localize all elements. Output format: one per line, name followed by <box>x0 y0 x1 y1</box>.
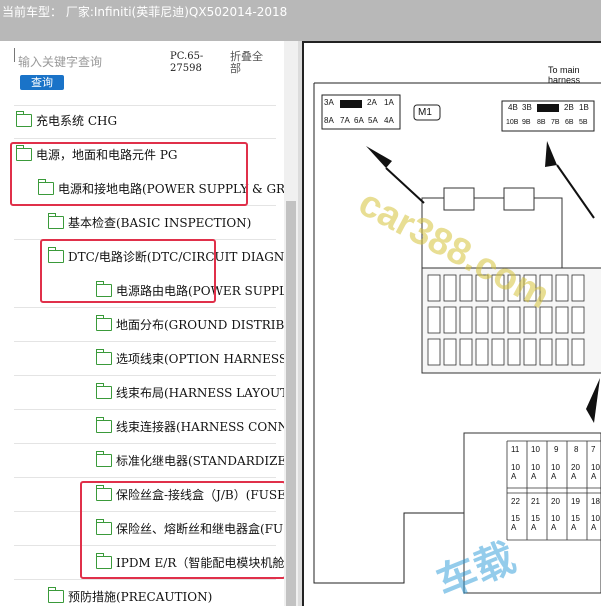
search-area: 输入关键字查询 查询 <box>18 49 166 90</box>
tree-item-basic-inspection[interactable]: 基本检查(BASIC INSPECTION) <box>48 208 251 238</box>
tree-line <box>14 48 15 62</box>
tree-item-option-harness[interactable]: 选项线束(OPTION HARNESS) <box>96 344 292 374</box>
tree-separator <box>14 579 276 580</box>
tree-item-charging[interactable]: 充电系统 CHG <box>16 106 117 136</box>
tree-separator <box>14 409 276 410</box>
doc-code: PC.65-27598 <box>170 51 204 74</box>
tree-panel: 输入关键字查询 查询 PC.65-27598 折叠全部 充电系统 CHG 电源，… <box>0 41 298 606</box>
tree-separator <box>14 138 276 139</box>
diagram-header: To main harness <box>548 65 581 85</box>
folder-icon <box>96 451 112 467</box>
tree-separator <box>14 443 276 444</box>
search-button[interactable]: 查询 <box>20 75 64 90</box>
tree-separator <box>14 477 276 478</box>
tree-item-harness-connector[interactable]: 线束连接器(HARNESS CONNECTOR) <box>96 412 298 442</box>
folder-icon <box>96 417 112 433</box>
tree-separator <box>14 307 276 308</box>
diagram-panel: car388.com 车载 To main harness 3A 2A 1A 8… <box>302 41 601 606</box>
tree-item-harness-layout[interactable]: 线束布局(HARNESS LAYOUT) <box>96 378 293 408</box>
tree-item-standardized-relay[interactable]: 标准化继电器(STANDARDIZED RELAY) <box>96 446 298 476</box>
arrow-icon <box>545 141 557 167</box>
vehicle-title: 当前车型： 厂家:Infiniti(英菲尼迪)QX502014-2018 <box>2 5 288 19</box>
folder-icon <box>48 213 64 229</box>
tree-item-precaution[interactable]: 预防措施(PRECAUTION) <box>48 582 212 606</box>
tree-item-ground-distribution[interactable]: 地面分布(GROUND DISTRIBUTION) <box>96 310 298 340</box>
arrow-icon <box>366 146 392 168</box>
folder-icon <box>96 315 112 331</box>
collapse-all-button[interactable]: 折叠全部 <box>230 51 270 75</box>
scrollbar-thumb[interactable] <box>286 201 296 606</box>
highlight-box <box>40 239 216 303</box>
m1-label: M1 <box>418 107 432 118</box>
folder-icon <box>96 349 112 365</box>
tree-separator <box>14 341 276 342</box>
folder-icon <box>48 587 64 603</box>
highlight-box <box>80 481 286 579</box>
highlight-box <box>10 142 248 206</box>
title-bar: 当前车型： 厂家:Infiniti(英菲尼迪)QX502014-2018 <box>0 0 601 41</box>
scrollbar[interactable] <box>284 41 298 606</box>
folder-icon <box>16 111 32 127</box>
search-input[interactable]: 输入关键字查询 <box>18 53 102 70</box>
tree-separator <box>14 375 276 376</box>
folder-icon <box>96 383 112 399</box>
arrow-icon <box>586 378 600 423</box>
